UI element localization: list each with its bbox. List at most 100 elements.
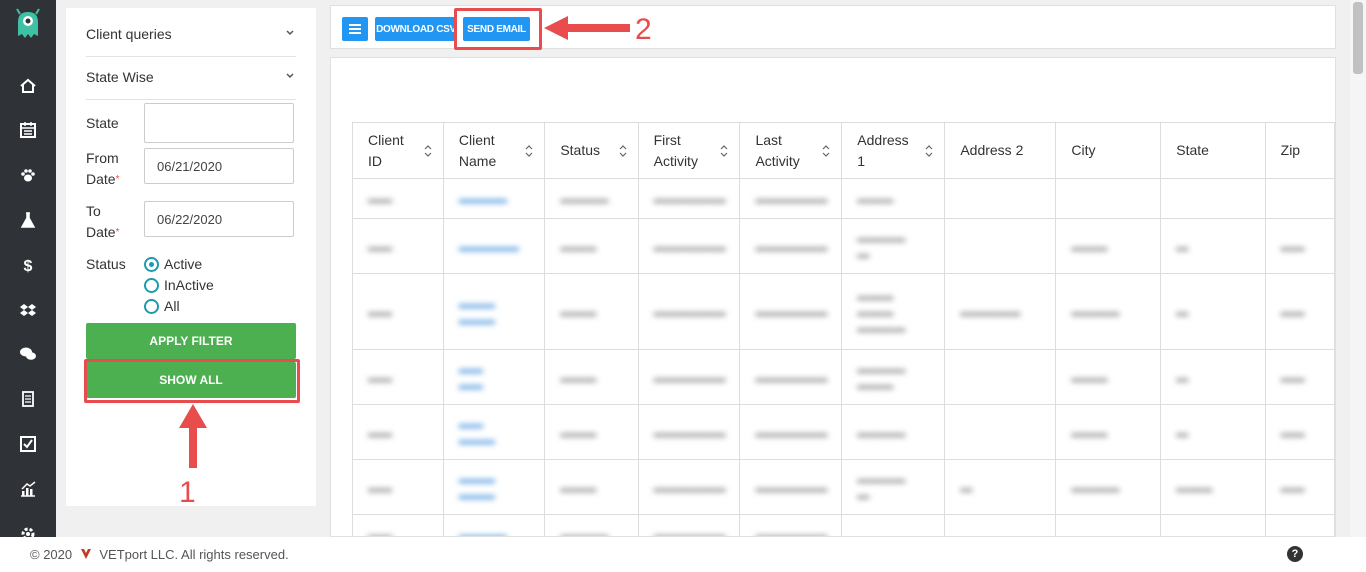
radio-label-inactive: InActive xyxy=(164,277,214,293)
column-header-state[interactable]: State xyxy=(1160,122,1266,179)
table-row[interactable]: ▬▬ ▬▬▬ ▬▬▬ ▬▬▬ ▬▬▬▬▬▬ ▬▬▬▬▬▬ ▬▬▬ ▬▬▬ ▬▬▬▬ ▬… xyxy=(352,273,1335,350)
checkbox-icon[interactable] xyxy=(16,432,40,456)
table-cell: ▬▬▬▬▬▬ xyxy=(637,349,741,405)
table-row[interactable]: ▬▬ ▬▬ ▬▬ ▬▬▬ ▬▬▬▬▬▬ ▬▬▬▬▬▬ ▬▬▬▬ ▬▬▬ ▬▬▬ ▬ … xyxy=(352,349,1335,405)
table-cell: ▬▬▬▬▬ xyxy=(841,218,946,274)
state-input[interactable] xyxy=(144,103,294,143)
status-radio-inactive[interactable]: InActive xyxy=(144,275,214,295)
table-cell: ▬▬▬ xyxy=(1055,404,1162,460)
highlight-box-show-all xyxy=(84,359,300,403)
menu-button[interactable] xyxy=(342,17,368,41)
redacted-text: ▬▬ xyxy=(1280,239,1305,254)
column-header-first-activity[interactable]: First Activity xyxy=(637,122,741,179)
redacted-text[interactable]: ▬▬▬▬ xyxy=(459,527,507,536)
table-cell: ▬▬▬▬ xyxy=(1055,459,1162,515)
from-date-input[interactable] xyxy=(144,148,294,184)
receipt-icon[interactable] xyxy=(16,387,40,411)
redacted-text: ▬▬ xyxy=(368,528,392,537)
table-cell xyxy=(1055,178,1162,219)
vetport-logo-icon xyxy=(80,549,91,559)
redacted-text: ▬▬▬ xyxy=(857,192,894,206)
chevron-down-icon xyxy=(286,30,294,36)
redacted-text[interactable]: ▬▬▬▬▬ xyxy=(459,416,495,448)
download-csv-button[interactable]: DOWNLOAD CSV xyxy=(375,17,457,41)
flask-icon[interactable] xyxy=(16,208,40,232)
page-scrollbar[interactable] xyxy=(1350,0,1366,540)
redacted-text: ▬▬▬▬▬▬ xyxy=(755,239,828,254)
redacted-text: ▬▬▬▬▬▬ xyxy=(755,480,828,495)
paw-icon[interactable] xyxy=(16,163,40,187)
redacted-text: ▬▬ xyxy=(368,480,392,495)
table-cell: ▬▬▬▬ xyxy=(544,514,639,536)
table-cell xyxy=(944,218,1057,274)
table-cell: ▬▬▬▬ xyxy=(544,178,639,219)
status-radio-active[interactable]: Active xyxy=(144,254,202,274)
hamburger-menu-icon xyxy=(349,24,361,34)
redacted-text[interactable]: ▬▬▬▬ xyxy=(459,361,483,393)
column-header-city[interactable]: City xyxy=(1055,122,1162,179)
redacted-text[interactable]: ▬▬▬▬ xyxy=(459,191,507,207)
header-line: Zip xyxy=(1280,142,1301,158)
radio-label-active: Active xyxy=(164,256,203,272)
redacted-text[interactable]: ▬▬▬ ▬▬▬ xyxy=(459,471,495,503)
chat-icon[interactable] xyxy=(16,342,40,366)
table-cell: ▬▬▬▬▬▬ xyxy=(739,404,843,460)
highlight-box-send-email xyxy=(454,8,542,50)
column-header-zip[interactable]: Zip xyxy=(1264,122,1335,179)
table-cell: ▬▬▬▬ xyxy=(442,349,546,405)
sort-icon xyxy=(525,145,533,157)
column-header-last-activity[interactable]: Last Activity xyxy=(739,122,843,179)
column-header-address-1[interactable]: Address 1 xyxy=(841,122,946,179)
table-row[interactable]: ▬▬ ▬▬▬ ▬▬▬ ▬▬▬ ▬▬▬▬▬▬ ▬▬▬▬▬▬ ▬▬▬▬ ▬ ▬ ▬▬▬▬… xyxy=(352,459,1335,515)
column-header-status[interactable]: Status xyxy=(544,122,639,179)
column-header-address-2[interactable]: Address 2 xyxy=(944,122,1057,179)
home-icon[interactable] xyxy=(16,74,40,98)
chart-icon[interactable] xyxy=(16,477,40,501)
table-row[interactable]: ▬▬ ▬▬ ▬▬▬ ▬▬▬ ▬▬▬▬▬▬ ▬▬▬▬▬▬ ▬▬▬▬ ▬▬▬ ▬ ▬▬ xyxy=(352,404,1335,460)
radio-button-checked[interactable] xyxy=(144,256,159,272)
table-cell xyxy=(1264,178,1335,219)
radio-button[interactable] xyxy=(144,298,159,314)
column-header-client-id[interactable]: Client ID xyxy=(352,122,444,179)
table-cell: ▬▬▬ xyxy=(544,349,639,405)
svg-text:$: $ xyxy=(24,258,33,274)
table-row[interactable]: ▬▬ ▬▬▬▬▬ ▬▬▬ ▬▬▬▬▬▬ ▬▬▬▬▬▬ ▬▬▬▬ ▬ ▬▬▬ ▬ ▬… xyxy=(352,218,1335,274)
to-label-line2: Date xyxy=(86,224,116,240)
redacted-text[interactable]: ▬▬▬▬▬ xyxy=(459,239,519,255)
table-cell: ▬▬ xyxy=(352,273,444,350)
annotation-arrow-left xyxy=(544,16,630,40)
table-cell: ▬▬ xyxy=(1264,404,1335,460)
required-mark: * xyxy=(115,227,120,238)
redacted-text: ▬▬ xyxy=(368,192,392,206)
calendar-icon[interactable] xyxy=(16,118,40,142)
state-wise-select[interactable]: State Wise xyxy=(86,57,296,100)
table-cell: ▬▬▬▬ ▬▬▬ xyxy=(841,349,946,405)
column-header-client-name[interactable]: Client Name xyxy=(442,122,546,179)
annotation-number-1: 1 xyxy=(179,476,196,509)
table-cell: ▬▬▬ xyxy=(544,218,639,274)
table-row[interactable]: ▬▬ ▬▬▬▬ ▬▬▬▬ ▬▬▬▬▬▬ ▬▬▬▬▬▬ ▬▬▬ xyxy=(352,178,1335,219)
apply-filter-button[interactable]: APPLY FILTER xyxy=(86,323,296,359)
annotation-arrow-up xyxy=(179,404,207,468)
scrollbar-thumb[interactable] xyxy=(1353,2,1363,74)
table-cell: ▬▬▬▬ xyxy=(841,404,946,460)
dropbox-icon[interactable] xyxy=(16,298,40,322)
table-row[interactable]: ▬▬ ▬▬▬▬ ▬▬▬▬ ▬▬▬▬▬▬ ▬▬▬▬▬▬ xyxy=(352,514,1335,537)
client-queries-select[interactable]: Client queries xyxy=(86,14,296,57)
redacted-text: ▬ xyxy=(1176,425,1189,440)
annotation-number-2: 2 xyxy=(635,13,652,46)
radio-button[interactable] xyxy=(144,277,159,293)
help-icon[interactable]: ? xyxy=(1287,546,1303,562)
table-cell: ▬▬▬▬ xyxy=(442,178,546,219)
table-cell xyxy=(1055,514,1162,536)
redacted-text: ▬ xyxy=(1176,239,1189,254)
redacted-text: ▬▬▬▬▬▬ xyxy=(653,480,726,495)
state-wise-label: State Wise xyxy=(86,69,154,85)
table-cell: ▬▬▬▬▬▬ xyxy=(739,514,843,536)
dollar-icon[interactable]: $ xyxy=(16,253,40,277)
logo-monster-icon[interactable] xyxy=(12,8,44,42)
status-label: Status xyxy=(86,256,126,272)
redacted-text[interactable]: ▬▬▬ ▬▬▬ xyxy=(459,296,495,328)
status-radio-all[interactable]: All xyxy=(144,296,180,316)
to-date-input[interactable] xyxy=(144,201,294,237)
